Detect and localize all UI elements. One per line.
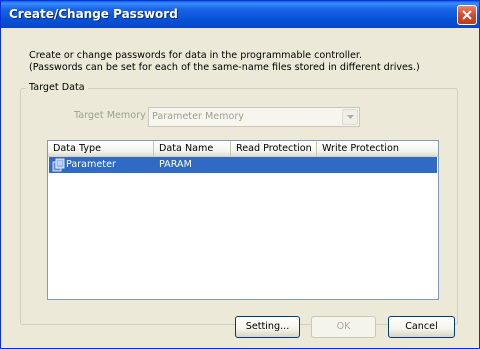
password-data-list[interactable]: Data Type Data Name Read Protection Writ… bbox=[47, 140, 439, 300]
target-data-legend: Target Data bbox=[26, 82, 88, 93]
dialog-client-area: Create or change passwords for data in t… bbox=[3, 28, 477, 347]
list-header: Data Type Data Name Read Protection Writ… bbox=[48, 141, 438, 157]
target-memory-select[interactable]: Parameter Memory bbox=[148, 107, 360, 127]
description-text: Create or change passwords for data in t… bbox=[29, 50, 469, 74]
description-line-2: (Passwords can be set for each of the sa… bbox=[29, 62, 420, 73]
target-memory-dropdown-button[interactable] bbox=[342, 109, 358, 125]
column-header-write-protection[interactable]: Write Protection bbox=[317, 141, 438, 157]
parameter-file-icon bbox=[52, 158, 65, 172]
description-line-1: Create or change passwords for data in t… bbox=[29, 50, 363, 61]
column-header-data-type[interactable]: Data Type bbox=[48, 141, 154, 157]
title-bar[interactable]: Create/Change Password bbox=[1, 1, 479, 28]
table-row[interactable]: Parameter PARAM bbox=[49, 157, 437, 173]
cell-data-name: PARAM bbox=[159, 159, 192, 170]
cell-data-type: Parameter bbox=[66, 159, 116, 170]
setting-button[interactable]: Setting... bbox=[235, 316, 300, 338]
column-header-data-name[interactable]: Data Name bbox=[154, 141, 231, 157]
close-button[interactable] bbox=[457, 5, 477, 25]
create-change-password-dialog: Create/Change Password Create or change … bbox=[0, 0, 480, 349]
target-memory-value: Parameter Memory bbox=[152, 111, 244, 122]
close-icon bbox=[462, 10, 472, 20]
cancel-button[interactable]: Cancel bbox=[388, 316, 455, 338]
target-memory-label: Target Memory bbox=[74, 110, 146, 121]
ok-button[interactable]: OK bbox=[311, 316, 376, 338]
chevron-down-icon bbox=[347, 115, 354, 119]
column-header-read-protection[interactable]: Read Protection bbox=[231, 141, 317, 157]
dialog-title: Create/Change Password bbox=[9, 7, 178, 21]
